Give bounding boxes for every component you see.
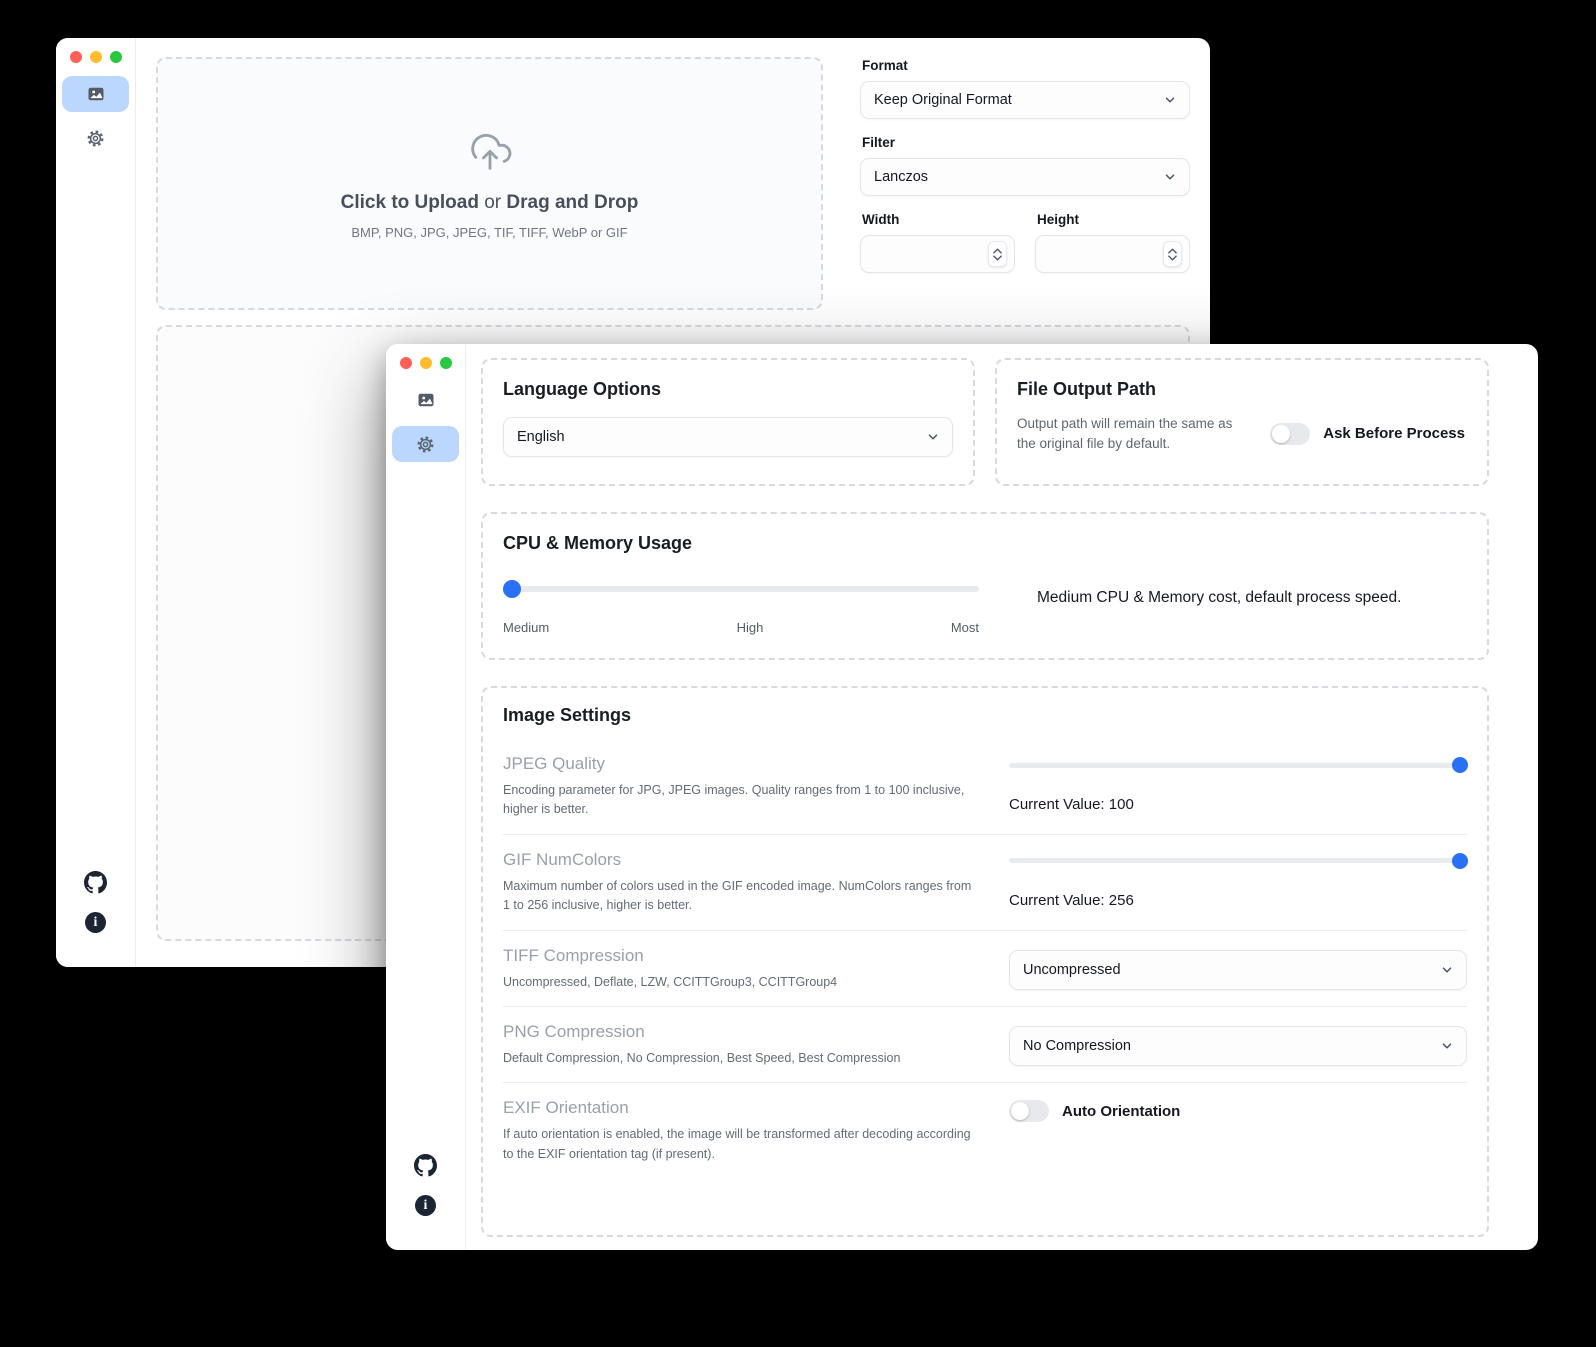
info-icon[interactable]: i [85, 912, 106, 933]
height-label: Height [1037, 212, 1190, 227]
chevron-down-icon [926, 430, 940, 444]
info-icon[interactable]: i [415, 1195, 436, 1216]
setting-title: JPEG Quality [503, 754, 975, 774]
image-settings-section: Image Settings JPEG Quality Encoding par… [481, 686, 1489, 1237]
cpu-memory-slider[interactable] [503, 580, 979, 598]
setting-row-jpeg-quality: JPEG Quality Encoding parameter for JPG,… [503, 739, 1467, 834]
toggle-label: Ask Before Process [1323, 425, 1465, 442]
filter-select[interactable]: Lanczos [860, 158, 1190, 196]
setting-description: Encoding parameter for JPG, JPEG images.… [503, 781, 975, 820]
chevron-down-icon [1163, 170, 1177, 184]
sidebar-item-images[interactable] [392, 382, 459, 418]
ask-before-process-toggle[interactable] [1270, 423, 1310, 445]
github-icon[interactable] [84, 871, 107, 894]
jpeg-quality-slider[interactable] [1009, 757, 1467, 773]
image-icon [416, 390, 436, 410]
tick-label: High [737, 620, 764, 635]
tick-label: Medium [503, 620, 549, 635]
width-label: Width [862, 212, 1015, 227]
sidebar-item-settings[interactable] [62, 120, 129, 156]
cpu-memory-section: CPU & Memory Usage Medium High Most Medi… [481, 512, 1489, 660]
language-select[interactable]: English [503, 417, 953, 457]
filter-label: Filter [862, 135, 1190, 150]
upload-title: Click to Upload or Drag and Drop [341, 192, 639, 214]
setting-title: TIFF Compression [503, 946, 975, 966]
image-icon [86, 84, 106, 104]
gear-icon [415, 434, 436, 455]
section-title: Image Settings [503, 705, 1467, 726]
cpu-status-text: Medium CPU & Memory cost, default proces… [979, 560, 1467, 635]
setting-description: If auto orientation is enabled, the imag… [503, 1125, 975, 1164]
height-input[interactable] [1035, 235, 1190, 273]
current-value-text: Current Value: 100 [1009, 796, 1467, 813]
setting-row-exif-orientation: EXIF Orientation If auto orientation is … [503, 1082, 1467, 1178]
minimize-button[interactable] [90, 51, 102, 63]
gif-numcolors-slider[interactable] [1009, 853, 1467, 869]
tick-label: Most [951, 620, 979, 635]
section-title: Language Options [503, 379, 953, 400]
sidebar: i [386, 344, 466, 1250]
file-output-path-section: File Output Path Output path will remain… [995, 358, 1489, 486]
stepper-icon[interactable] [1163, 241, 1182, 267]
setting-title: GIF NumColors [503, 850, 975, 870]
setting-row-gif-numcolors: GIF NumColors Maximum number of colors u… [503, 834, 1467, 930]
minimize-button[interactable] [420, 357, 432, 369]
language-options-section: Language Options English [481, 358, 975, 486]
sidebar-item-images[interactable] [62, 76, 129, 112]
section-title: File Output Path [1017, 379, 1467, 400]
setting-description: Default Compression, No Compression, Bes… [503, 1049, 975, 1068]
chevron-down-icon [1440, 963, 1454, 977]
tiff-compression-select[interactable]: Uncompressed [1009, 950, 1467, 990]
chevron-down-icon [1440, 1039, 1454, 1053]
chevron-down-icon [1163, 93, 1177, 107]
window-controls [70, 51, 122, 63]
setting-title: PNG Compression [503, 1022, 975, 1042]
window-controls [400, 357, 452, 369]
slider-thumb[interactable] [503, 580, 521, 598]
close-button[interactable] [70, 51, 82, 63]
format-select[interactable]: Keep Original Format [860, 81, 1190, 119]
png-compression-select[interactable]: No Compression [1009, 1026, 1467, 1066]
stepper-icon[interactable] [988, 241, 1007, 267]
setting-title: EXIF Orientation [503, 1098, 975, 1118]
section-title: CPU & Memory Usage [503, 533, 1467, 554]
format-label: Format [862, 58, 1190, 73]
toggle-label: Auto Orientation [1062, 1103, 1180, 1120]
auto-orientation-toggle[interactable] [1009, 1100, 1049, 1122]
slider-thumb[interactable] [1452, 853, 1468, 869]
output-path-description: Output path will remain the same as the … [1017, 414, 1245, 453]
settings-window: i Language Options English File Output P… [386, 344, 1538, 1250]
upload-dropzone[interactable]: Click to Upload or Drag and Drop BMP, PN… [156, 57, 823, 310]
slider-thumb[interactable] [1452, 757, 1468, 773]
upload-formats: BMP, PNG, JPG, JPEG, TIF, TIFF, WebP or … [351, 225, 627, 240]
cloud-upload-icon [467, 128, 513, 174]
setting-description: Uncompressed, Deflate, LZW, CCITTGroup3,… [503, 973, 975, 992]
width-input[interactable] [860, 235, 1015, 273]
sidebar-item-settings[interactable] [392, 426, 459, 462]
conversion-options-panel: Format Keep Original Format Filter Lancz… [860, 58, 1190, 273]
current-value-text: Current Value: 256 [1009, 892, 1467, 909]
setting-description: Maximum number of colors used in the GIF… [503, 877, 975, 916]
setting-row-png-compression: PNG Compression Default Compression, No … [503, 1006, 1467, 1082]
close-button[interactable] [400, 357, 412, 369]
zoom-button[interactable] [110, 51, 122, 63]
gear-icon [85, 128, 106, 149]
setting-row-tiff-compression: TIFF Compression Uncompressed, Deflate, … [503, 930, 1467, 1006]
github-icon[interactable] [414, 1154, 437, 1177]
sidebar: i [56, 38, 136, 967]
zoom-button[interactable] [440, 357, 452, 369]
cpu-slider-ticks: Medium High Most [503, 620, 979, 635]
